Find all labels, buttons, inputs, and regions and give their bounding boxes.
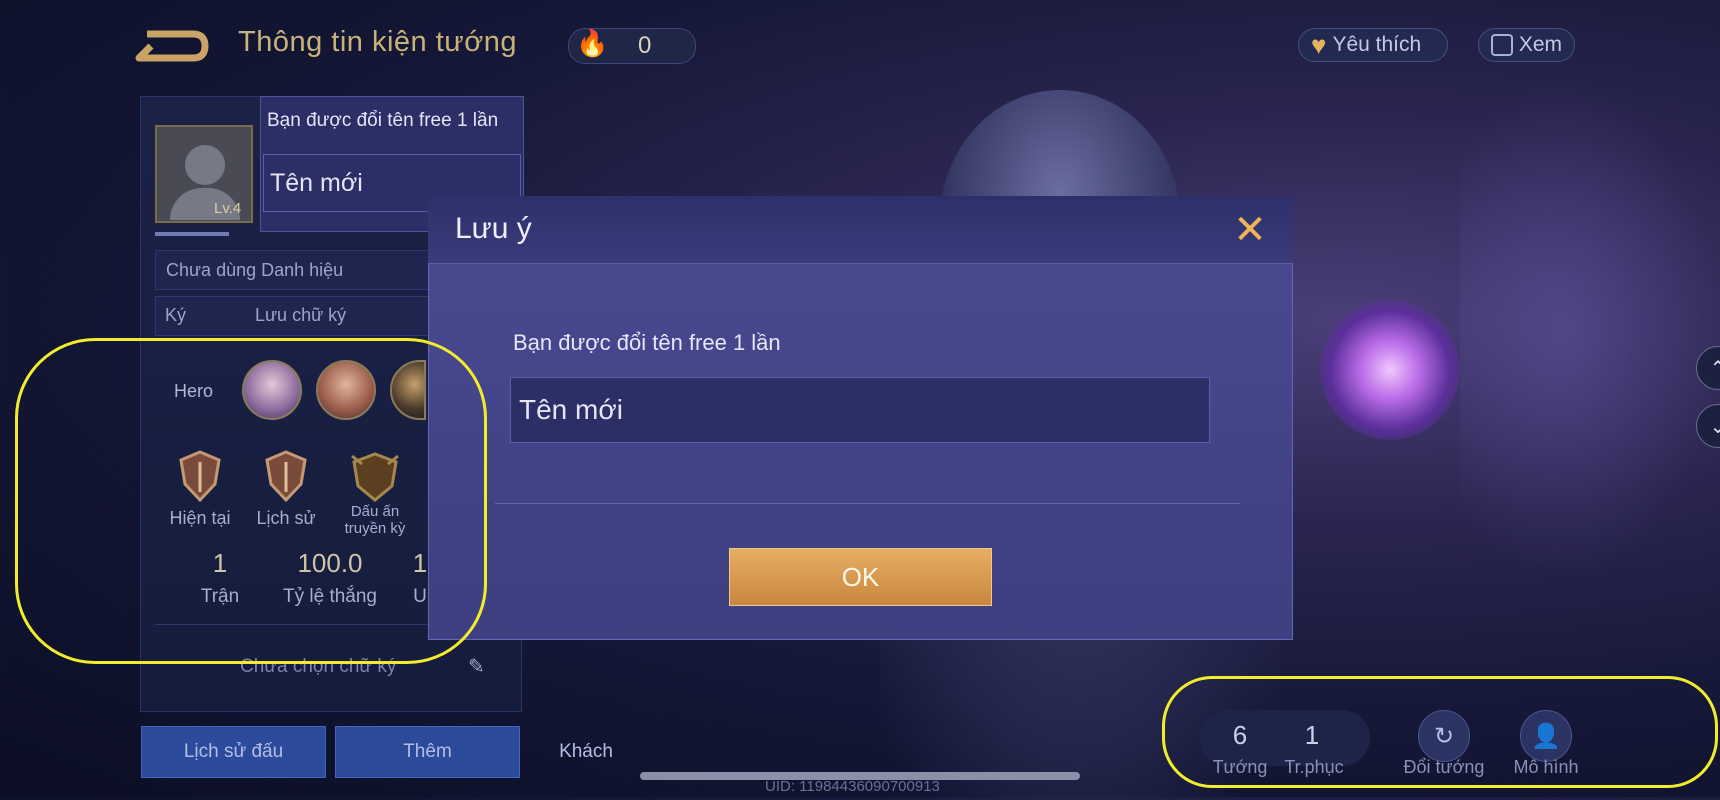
match-history-tab[interactable]: Lịch sử đấu [141, 726, 326, 778]
guest-tab[interactable]: Khách [545, 726, 627, 778]
annotation-ring-collection [1162, 676, 1718, 788]
ok-button[interactable]: OK [729, 548, 992, 606]
avatar-placeholder-head [185, 145, 225, 185]
dialog-divider [495, 503, 1240, 504]
xp-bar [155, 232, 229, 236]
fire-value: 0 [638, 32, 652, 59]
rename-hint: Bạn được đổi tên free 1 lần [267, 110, 499, 131]
title-label: Chưa dùng Danh hiệu [166, 259, 344, 280]
more-tab[interactable]: Thêm [335, 726, 520, 778]
annotation-ring-profile [15, 338, 487, 664]
favorite-button[interactable]: ♥ Yêu thích [1298, 28, 1448, 62]
page-title: Thông tin kiện tướng [238, 26, 517, 58]
save-signature-label[interactable]: Lưu chữ ký [255, 305, 346, 326]
level-badge: Lv.4 [214, 200, 242, 217]
background-glow [1460, 80, 1720, 580]
favorite-label: Yêu thích [1332, 33, 1422, 56]
new-name-input[interactable]: Tên mới [510, 377, 1210, 443]
dialog-hint: Bạn được đổi tên free 1 lần [513, 330, 781, 355]
view-label: Xem [1518, 33, 1562, 56]
pencil-icon[interactable]: ✎ [468, 654, 485, 679]
dialog-title: Lưu ý [455, 212, 532, 245]
back-arrow-icon [135, 30, 209, 62]
view-icon [1491, 34, 1513, 56]
uid-text: UID: 11984436090700913 [765, 778, 940, 795]
close-icon[interactable]: ✕ [1228, 208, 1272, 252]
back-button[interactable] [135, 26, 210, 66]
fire-icon: 🔥 [576, 28, 609, 58]
home-indicator[interactable] [640, 772, 1080, 780]
magic-orb [1320, 300, 1460, 440]
sign-label: Ký [165, 305, 187, 325]
heart-icon: ♥ [1311, 29, 1327, 60]
view-button[interactable]: Xem [1478, 28, 1575, 62]
dialog-header [428, 196, 1293, 264]
